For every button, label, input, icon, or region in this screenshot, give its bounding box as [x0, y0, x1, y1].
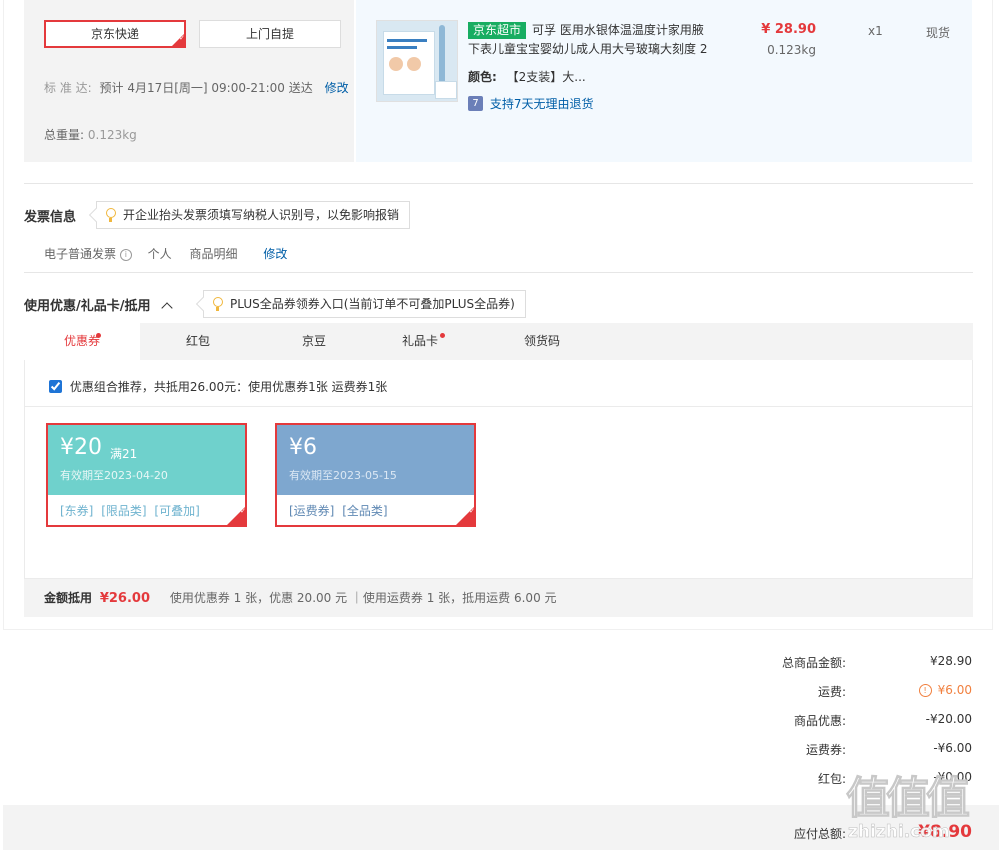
coupon-card[interactable]: ¥6 有效期至2023-05-15 [运费券] [全品类] [275, 423, 476, 527]
coupon-amount: ¥20 [60, 435, 102, 460]
product-color: 颜色: 【2支装】大... [468, 68, 586, 85]
warning-icon[interactable]: ! [918, 684, 932, 697]
recommend-row: 优惠组合推荐，共抵用26.00元：使用优惠券1张 运费券1张 [49, 378, 387, 395]
discount-tabs: 优惠券 红包 京豆 礼品卡 领货码 [24, 323, 973, 360]
delivery-modify-link[interactable]: 修改 [325, 81, 349, 95]
coupon-tags: [东券] [限品类] [可叠加] [60, 504, 200, 518]
selected-check-icon [227, 507, 246, 525]
jd-express-option[interactable]: 京东快递 [44, 20, 186, 48]
discount-title[interactable]: 使用优惠/礼品卡/抵用 [24, 295, 173, 314]
delivery-estimate: 标 准 达: 预计 4月17日[周一] 09:00-21:00 送达 修改 [44, 79, 349, 96]
divider [24, 183, 973, 184]
color-value: 【2支装】大... [506, 70, 586, 84]
tab-gift-card[interactable]: 礼品卡 [362, 323, 478, 360]
total-weight: 总重量: 0.123kg [44, 126, 137, 143]
product-price: ¥ 28.90 [761, 22, 816, 37]
chevron-up-icon[interactable] [161, 302, 173, 314]
tab-jd-beans[interactable]: 京豆 [256, 323, 372, 360]
new-dot [96, 333, 101, 338]
totals-row-freight: 运费: ! ¥6.00 [817, 683, 972, 699]
standard-time: 预计 4月17日[周一] 09:00-21:00 送达 [99, 81, 313, 95]
divider [25, 406, 972, 407]
invoice-details: 电子普通发票 i 个人 商品明细 修改 [44, 245, 287, 262]
product-title-line1: 可孚 医用水银体温温度计家用腋 [532, 23, 704, 37]
summary-detail: 使用优惠券 1 张，优惠 20.00 元 ｜使用运费券 1 张，抵用运费 6.0… [169, 591, 557, 605]
tab-redeem-code[interactable]: 领货码 [484, 323, 600, 360]
invoice-modify-link[interactable]: 修改 [263, 247, 287, 261]
payable-label: 应付总额: [793, 827, 846, 841]
new-dot [440, 333, 445, 338]
selected-check-icon [172, 34, 185, 46]
tab-coupons[interactable]: 优惠券 [24, 323, 140, 360]
coupon-face: ¥6 有效期至2023-05-15 [277, 425, 474, 495]
selected-check-icon [456, 507, 475, 525]
invoice-type: 电子普通发票 [44, 247, 117, 261]
watermark-logo: 值值值 [846, 773, 971, 825]
coupon-amount: ¥6 [289, 435, 317, 460]
color-label: 颜色: [468, 70, 497, 84]
invoice-content: 商品明细 [189, 247, 238, 261]
coupon-condition: 满21 [110, 447, 138, 461]
product-thumbnail[interactable] [376, 20, 458, 102]
stock-status: 现货 [926, 26, 951, 40]
info-icon[interactable]: i [119, 248, 132, 261]
discount-summary: 金额抵用 ¥26.00 使用优惠券 1 张，优惠 20.00 元 ｜使用运费券 … [24, 579, 973, 617]
coupon-card[interactable]: ¥20 满21 有效期至2023-04-20 [东券] [限品类] [可叠加] [46, 423, 247, 527]
totals-row-goods-discount: 商品优惠: -¥20.00 [793, 712, 972, 728]
coupon-expiry: 有效期至2023-05-15 [289, 469, 397, 482]
invoice-title: 发票信息 [24, 210, 77, 225]
return-policy-text: 支持7天无理由退货 [489, 97, 594, 111]
summary-label: 金额抵用 [44, 591, 93, 605]
totals-row-freight-coupon: 运费券: -¥6.00 [805, 741, 972, 757]
product-quantity: x1 [868, 24, 883, 38]
weight-label: 总重量: [44, 128, 85, 142]
product-weight: 0.123kg [767, 43, 816, 57]
seven-day-return-icon: 7 [468, 96, 483, 111]
tab-red-envelope[interactable]: 红包 [140, 323, 256, 360]
invoice-holder: 个人 [147, 247, 172, 261]
watermark-site: zhizhi.com [848, 822, 950, 842]
product-title-line2: 下表儿童宝宝婴幼儿成人用大号玻璃大刻度 2 [468, 42, 708, 56]
plus-coupon-tip[interactable]: PLUS全品券领券入口(当前订单不可叠加PLUS全品券) [203, 290, 526, 318]
lightbulb-icon [106, 208, 116, 222]
product-title[interactable]: 京东超市 可孚 医用水银体温温度计家用腋 下表儿童宝宝婴幼儿成人用大号玻璃大刻度 … [468, 21, 730, 59]
invoice-tip: 开企业抬头发票须填写纳税人识别号，以免影响报销 [96, 201, 411, 229]
coupon-face: ¥20 满21 有效期至2023-04-20 [48, 425, 245, 495]
coupon-tags: [运费券] [全品类] [289, 504, 388, 518]
weight-value: 0.123kg [87, 128, 137, 142]
coupon-expiry: 有效期至2023-04-20 [60, 469, 168, 482]
standard-label: 标 准 达: [44, 81, 92, 95]
self-pickup-option[interactable]: 上门自提 [199, 20, 341, 48]
lightbulb-icon [213, 297, 223, 311]
divider [24, 272, 973, 273]
recommend-text: 优惠组合推荐，共抵用26.00元：使用优惠券1张 运费券1张 [69, 380, 388, 394]
summary-amount: ¥26.00 [99, 591, 151, 606]
jd-supermarket-badge: 京东超市 [468, 22, 527, 39]
totals-row-goods: 总商品金额: ¥28.90 [781, 654, 972, 670]
return-policy: 7 支持7天无理由退货 [468, 95, 593, 112]
recommend-checkbox[interactable] [49, 380, 62, 393]
